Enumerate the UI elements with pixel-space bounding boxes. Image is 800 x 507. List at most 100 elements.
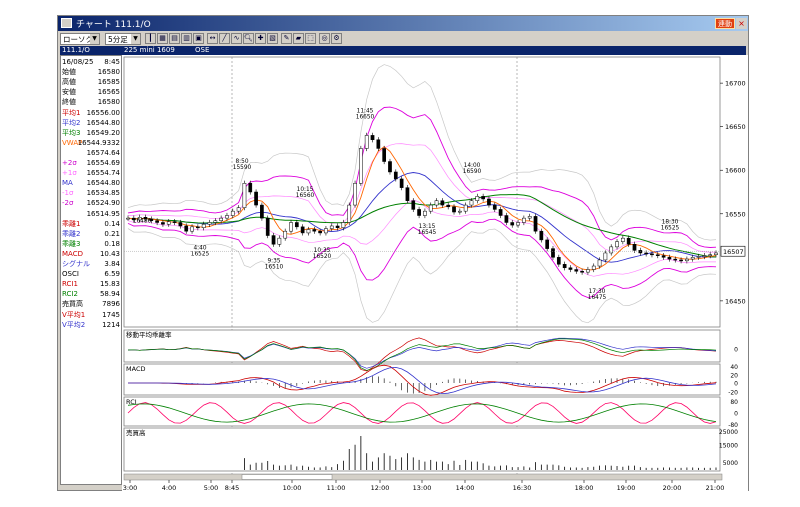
cursor-icon[interactable]: ✚: [255, 33, 266, 44]
title-bar[interactable]: チャート 111.1/O 連動 ×: [58, 16, 748, 31]
list-icon[interactable]: ▥: [181, 33, 192, 44]
eraser-icon[interactable]: ▰: [293, 33, 304, 44]
indicator-label: MACD: [62, 249, 83, 258]
table-icon[interactable]: ▦: [157, 33, 168, 44]
candle: [376, 139, 381, 149]
chart-svg[interactable]: 16700166501660016550164504:40165258:5015…: [122, 55, 748, 492]
annotation-price: 16525: [661, 226, 680, 232]
x-tick-label: 19:00: [617, 484, 636, 492]
chart-area[interactable]: 16700 16650 16600 16550 16450 4:40 16525 8:50 15…: [122, 55, 748, 492]
candle: [294, 222, 299, 228]
indicator-row: 乖離1 0.14: [61, 219, 121, 229]
annotation-price: 16525: [191, 252, 210, 258]
indicator-row: 平均1 16556.00: [61, 108, 121, 118]
candle: [347, 204, 352, 223]
indicator-value: 16544.80: [86, 118, 120, 127]
candle: [551, 248, 555, 258]
close-button[interactable]: ×: [736, 18, 747, 29]
symbol-name: 225 mini 1609: [124, 46, 175, 54]
y-tick-label: 16700: [725, 80, 746, 88]
search-icon[interactable]: ◎: [319, 33, 330, 44]
panel-icon[interactable]: ▣: [193, 33, 204, 44]
indicator-value: 10.43: [99, 249, 120, 258]
candle: [650, 253, 654, 256]
indicator-value: 16574.64: [86, 148, 120, 157]
candle: [417, 209, 421, 216]
pencil-icon[interactable]: ✎: [281, 33, 292, 44]
market-name: OSE: [195, 46, 210, 54]
indicator-value: 16580: [97, 68, 120, 77]
interval-value: 5分足: [108, 35, 128, 44]
link-button[interactable]: 連動: [715, 18, 735, 29]
range-icon[interactable]: ↔: [207, 33, 218, 44]
annotation-price: 16510: [265, 265, 284, 271]
indicator-row: VWAP 16544.9332: [61, 138, 121, 148]
candle: [341, 222, 346, 228]
wave-icon[interactable]: ∿: [231, 33, 242, 44]
candle: [475, 196, 480, 201]
candle: [504, 215, 509, 223]
candle: [632, 244, 637, 251]
indicator-row: -2σ 16524.90: [61, 198, 121, 208]
annotation-price: 15590: [233, 165, 252, 171]
indicator-value: 15.83: [99, 280, 120, 289]
candle: [236, 207, 241, 212]
annotation-price: 16475: [588, 295, 607, 301]
indicator-value: 16585: [97, 78, 120, 87]
candle: [539, 230, 544, 241]
candle: [359, 148, 363, 184]
annotation-price: 16486: [133, 218, 152, 224]
trend-icon[interactable]: ╱: [219, 33, 230, 44]
candle: [644, 252, 648, 255]
candle: [196, 226, 200, 229]
indicator-label: 平均3: [62, 128, 81, 137]
candle: [219, 217, 223, 221]
candle: [591, 265, 596, 270]
candle: [178, 222, 183, 227]
interval-select[interactable]: 5分足 ▼: [105, 33, 141, 45]
chart-type-select[interactable]: ローソク ▼: [60, 33, 100, 45]
indicator-row: -1σ 16534.85: [61, 188, 121, 198]
candle: [586, 269, 590, 273]
indicator-row: 16574.64: [61, 148, 121, 158]
sub-panel-title: 売買高: [126, 428, 146, 437]
sub-panel-title: MACD: [126, 365, 145, 373]
window-title: チャート 111.1/O: [76, 20, 151, 30]
x-tick-label: 13:00: [413, 484, 432, 492]
grid-icon[interactable]: ▤: [169, 33, 180, 44]
indicator-label: 安値: [62, 88, 76, 97]
candle-icon[interactable]: ┃: [145, 33, 156, 44]
indicator-label: 平均1: [62, 108, 81, 117]
indicator-row: MACD 10.43: [61, 249, 121, 259]
candle: [289, 222, 293, 232]
candle: [516, 222, 520, 226]
candle: [452, 206, 456, 213]
candle: [405, 187, 410, 201]
candle: [655, 254, 660, 256]
zoom-icon[interactable]: 🔍︎: [243, 33, 254, 44]
candle: [481, 196, 485, 200]
sub-panel-frame: [123, 329, 721, 363]
candle: [440, 200, 445, 206]
split-icon[interactable]: ▧: [267, 33, 278, 44]
indicator-value: 1745: [102, 310, 120, 319]
indicator-label: 乖離3: [62, 239, 81, 248]
select-icon[interactable]: ⬚: [305, 33, 316, 44]
candle: [679, 259, 683, 262]
candle: [306, 229, 311, 234]
candle: [364, 135, 369, 149]
indicator-value: 58.94: [99, 290, 120, 299]
candle: [155, 220, 159, 223]
indicator-label: 売買高: [62, 300, 83, 309]
indicator-row: OSCI 6.59: [61, 269, 121, 279]
chart-type-value: ローソク: [63, 35, 93, 44]
candle: [615, 241, 619, 248]
candle: [667, 257, 672, 260]
candle: [230, 210, 235, 216]
indicator-label: 乖離2: [62, 229, 81, 238]
indicator-value: 16580: [97, 98, 120, 107]
indicator-row: シグナル 3.84: [61, 259, 121, 269]
indicator-value: 16554.69: [86, 159, 120, 167]
settings-icon[interactable]: ⚙: [331, 33, 342, 44]
candle: [265, 217, 270, 236]
